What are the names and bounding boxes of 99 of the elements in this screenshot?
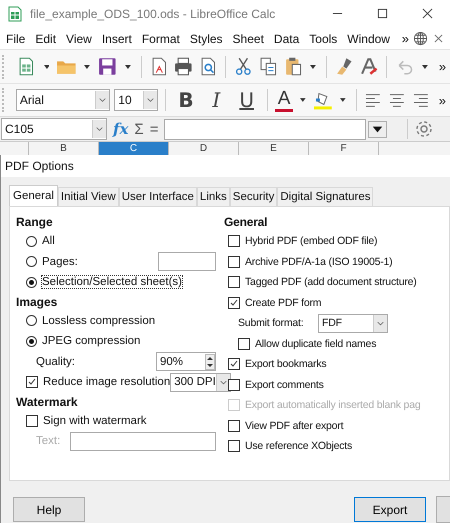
radio-label: Pages: xyxy=(42,256,78,268)
printer-icon[interactable] xyxy=(173,56,194,78)
section-heading: General xyxy=(224,214,268,231)
submit-format-label: Submit format: xyxy=(238,317,304,330)
formula-input[interactable] xyxy=(164,118,366,140)
clear-formatting-icon[interactable] xyxy=(358,56,380,78)
font-name-combo[interactable]: Arial xyxy=(16,89,110,112)
section-heading: Images xyxy=(16,294,58,310)
checkbox-label: Archive PDF/A-1a (ISO 19005-1) xyxy=(245,256,392,268)
tab[interactable]: Initial View xyxy=(58,187,119,206)
dropdown-caret-icon[interactable] xyxy=(84,64,90,69)
menu-item[interactable]: Window xyxy=(347,32,390,46)
radio-label: Lossless compression xyxy=(42,314,156,327)
radio-button[interactable] xyxy=(26,236,37,247)
section-heading: Watermark xyxy=(16,394,79,410)
checkbox[interactable] xyxy=(228,358,240,370)
dropdown-caret-icon[interactable] xyxy=(124,64,131,69)
radio-label: Selection/Selected sheet(s) xyxy=(42,276,182,288)
maximize-icon[interactable] xyxy=(377,8,388,20)
checkbox[interactable] xyxy=(228,420,240,432)
column-header[interactable]: C xyxy=(99,142,169,155)
radio-button[interactable] xyxy=(26,276,37,288)
checkbox[interactable] xyxy=(26,376,38,388)
globe-icon[interactable] xyxy=(413,31,428,46)
checkbox[interactable] xyxy=(228,235,240,248)
watermark-text-input[interactable] xyxy=(70,432,216,451)
checkbox[interactable] xyxy=(228,296,240,309)
checkbox-label: Create PDF form xyxy=(245,296,322,309)
submit-format-dropdown[interactable]: FDF xyxy=(318,314,388,333)
menu-item[interactable]: File xyxy=(6,32,26,46)
font-size-combo[interactable]: 10 xyxy=(114,89,158,112)
dropdown-caret-icon[interactable] xyxy=(310,64,316,69)
tab[interactable]: User Interface xyxy=(118,187,197,206)
formula-symbol-button[interactable]: Σ xyxy=(134,120,144,138)
expand-formula-icon[interactable] xyxy=(368,120,388,138)
checkbox-label: Export automatically inserted blank pag xyxy=(245,399,420,412)
dialog-button[interactable]: Help xyxy=(13,497,85,522)
checkbox-label: Tagged PDF (add document structure) xyxy=(245,276,417,288)
menu-item[interactable]: Format xyxy=(142,32,180,46)
chevron-down-icon[interactable] xyxy=(216,374,230,391)
checkbox-label: Use reference XObjects xyxy=(245,440,352,452)
checkbox[interactable] xyxy=(228,378,240,391)
radio-label: JPEG compression xyxy=(42,335,140,348)
checkbox-label: Export comments xyxy=(245,378,324,391)
radio-label: All xyxy=(42,235,55,248)
dialog-button[interactable]: Export xyxy=(354,497,426,522)
copy-icon[interactable] xyxy=(258,56,279,78)
text-style-button[interactable]: U xyxy=(233,88,260,112)
formula-symbol-button[interactable]: fx xyxy=(113,120,128,138)
dropdown-caret-icon[interactable] xyxy=(44,64,50,69)
checkbox-label: Allow duplicate field names xyxy=(255,338,376,350)
close-document-icon[interactable] xyxy=(434,34,443,43)
section-heading: Range xyxy=(16,214,54,231)
checkbox[interactable] xyxy=(26,414,38,427)
dropdown-caret-icon[interactable] xyxy=(422,64,428,69)
spreadsheet-app-icon xyxy=(8,6,22,22)
close-icon[interactable] xyxy=(422,8,433,20)
radio-button[interactable] xyxy=(26,315,37,326)
dialog-title: PDF Options xyxy=(1,155,450,177)
formula-symbol-button[interactable]: = xyxy=(150,120,158,138)
resolution-dropdown[interactable]: 300 DPI xyxy=(170,372,231,392)
dropdown-caret-icon[interactable] xyxy=(300,98,306,102)
radio-button[interactable] xyxy=(26,336,37,347)
font-color-button[interactable]: A xyxy=(274,88,294,112)
radio-button[interactable] xyxy=(26,256,37,268)
spin-arrows-icon[interactable] xyxy=(205,354,215,370)
menu-item[interactable]: Insert xyxy=(102,32,132,46)
text-style-button[interactable]: I xyxy=(203,88,230,112)
tab[interactable]: Digital Signatures xyxy=(277,187,374,206)
menu-item[interactable]: Tools xyxy=(309,32,338,46)
checkbox-label: View PDF after export xyxy=(245,420,344,432)
checkbox[interactable] xyxy=(228,276,240,288)
quality-label: Quality: xyxy=(36,356,75,368)
checkbox[interactable] xyxy=(228,440,240,452)
text-style-button[interactable]: B xyxy=(172,88,200,112)
checkbox[interactable] xyxy=(238,338,250,350)
settings-icon[interactable] xyxy=(407,119,434,140)
tab[interactable]: General xyxy=(9,185,58,206)
menu-item[interactable]: Sheet xyxy=(232,32,264,46)
watermark-text-label: Text: xyxy=(36,435,60,448)
toolbar-overflow[interactable]: » xyxy=(438,59,446,74)
checkbox-label: Reduce image resolution xyxy=(43,376,170,388)
menu-item[interactable]: Data xyxy=(274,32,300,46)
dropdown-caret-icon[interactable] xyxy=(340,98,346,102)
window-title: file_example_ODS_100.ods - LibreOffice Calc xyxy=(30,6,276,21)
name-box[interactable]: C105 xyxy=(1,118,107,140)
menu-overflow[interactable]: » xyxy=(402,31,409,46)
menu-item[interactable]: Styles xyxy=(190,32,223,46)
tab[interactable]: Security xyxy=(230,187,278,206)
checkbox-label: Hybrid PDF (embed ODF file) xyxy=(245,235,378,248)
toolbar-overflow[interactable]: » xyxy=(438,92,446,108)
menu-item[interactable]: Edit xyxy=(35,32,56,46)
quality-spinbox[interactable]: 90% xyxy=(156,352,216,372)
checkbox-label: Sign with watermark xyxy=(43,414,147,427)
tab[interactable]: Links xyxy=(196,187,230,206)
menu-item[interactable]: View xyxy=(66,32,92,46)
pages-input[interactable] xyxy=(158,252,216,272)
checkbox[interactable] xyxy=(228,256,240,268)
checkbox-label: Export bookmarks xyxy=(245,358,326,370)
